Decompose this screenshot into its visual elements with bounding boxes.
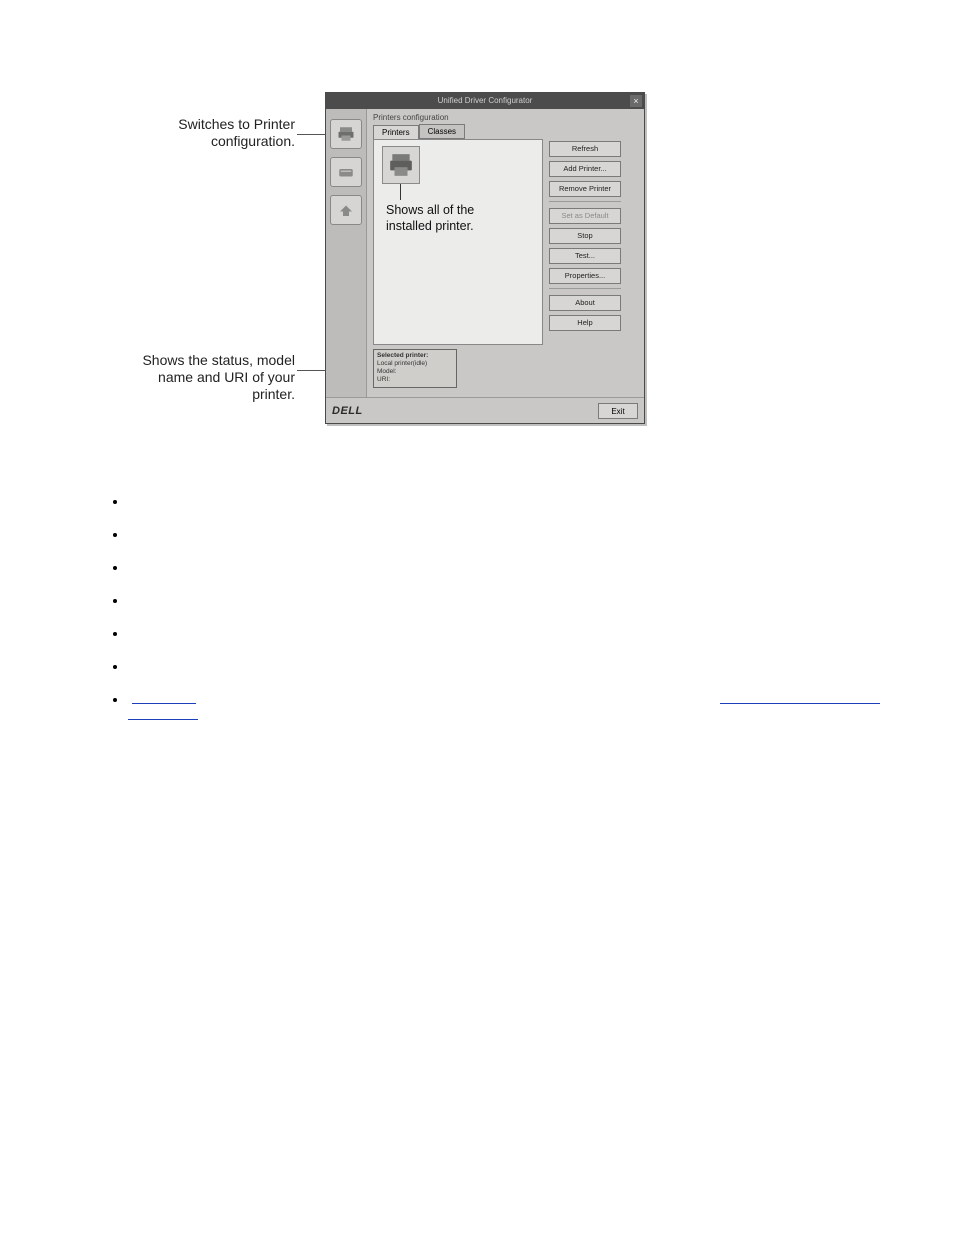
help-button[interactable]: Help bbox=[549, 315, 621, 331]
annotation-switch: Switches to Printer configuration. bbox=[135, 116, 295, 150]
info-header: Selected printer: bbox=[377, 352, 453, 360]
annotation-text: Shows the status, model bbox=[123, 352, 295, 369]
annotation-text: configuration. bbox=[135, 133, 295, 150]
callout-line: installed printer. bbox=[386, 218, 474, 234]
printer-list[interactable]: Shows all of the installed printer. bbox=[373, 139, 543, 345]
app-window: Unified Driver Configurator × Prin bbox=[325, 92, 645, 424]
bullet-item bbox=[128, 659, 888, 674]
selected-printer-info: Selected printer: Local printer(idle) Mo… bbox=[373, 349, 457, 388]
printer-icon bbox=[336, 125, 356, 143]
mode-scanners-icon[interactable] bbox=[330, 157, 362, 187]
titlebar: Unified Driver Configurator × bbox=[326, 93, 644, 109]
link-underline bbox=[720, 703, 880, 704]
bullet-item bbox=[128, 560, 888, 575]
test-button[interactable]: Test... bbox=[549, 248, 621, 264]
screenshot-composite: Switches to Printer configuration. Shows… bbox=[145, 92, 645, 432]
exit-button[interactable]: Exit bbox=[598, 403, 638, 419]
mode-sidebar bbox=[326, 109, 367, 397]
window-footer: DELL Exit bbox=[326, 397, 644, 424]
window-body: Printers configuration Printers Classes bbox=[326, 109, 644, 397]
divider bbox=[549, 288, 621, 289]
link-underline bbox=[128, 719, 198, 720]
pane-row: Shows all of the installed printer. Refr… bbox=[373, 139, 638, 345]
annotation-status: Shows the status, model name and URI of … bbox=[123, 352, 295, 403]
about-button[interactable]: About bbox=[549, 295, 621, 311]
info-line: Model: bbox=[377, 368, 453, 376]
set-default-button[interactable]: Set as Default bbox=[549, 208, 621, 224]
port-icon bbox=[336, 201, 356, 219]
refresh-button[interactable]: Refresh bbox=[549, 141, 621, 157]
callout-text: Shows all of the installed printer. bbox=[386, 202, 474, 234]
annotation-text: printer. bbox=[123, 386, 295, 403]
stop-button[interactable]: Stop bbox=[549, 228, 621, 244]
properties-button[interactable]: Properties... bbox=[549, 268, 621, 284]
remove-printer-button[interactable]: Remove Printer bbox=[549, 181, 621, 197]
link-underline bbox=[132, 703, 196, 704]
printer-item[interactable] bbox=[382, 146, 420, 184]
bullet-item bbox=[128, 692, 888, 707]
button-column: Refresh Add Printer... Remove Printer Se… bbox=[549, 139, 621, 345]
annotation-text: name and URI of your bbox=[123, 369, 295, 386]
bullet-item bbox=[128, 593, 888, 608]
info-line: URI: bbox=[377, 376, 453, 384]
section-label: Printers configuration bbox=[373, 113, 638, 122]
mode-printers-icon[interactable] bbox=[330, 119, 362, 149]
bullet-list bbox=[108, 494, 888, 725]
printer-icon bbox=[387, 152, 415, 178]
info-line: Local printer(idle) bbox=[377, 360, 453, 368]
main-pane: Printers configuration Printers Classes bbox=[367, 109, 644, 397]
add-printer-button[interactable]: Add Printer... bbox=[549, 161, 621, 177]
close-icon[interactable]: × bbox=[630, 95, 642, 107]
tab-classes[interactable]: Classes bbox=[419, 124, 465, 139]
tab-printers[interactable]: Printers bbox=[373, 125, 419, 140]
mode-ports-icon[interactable] bbox=[330, 195, 362, 225]
annotation-connector bbox=[297, 134, 325, 135]
bullet-item bbox=[128, 527, 888, 542]
callout-line: Shows all of the bbox=[386, 202, 474, 218]
bullet-item bbox=[128, 494, 888, 509]
tabs: Printers Classes bbox=[373, 124, 638, 139]
brand-logo: DELL bbox=[332, 405, 363, 417]
divider bbox=[549, 201, 621, 202]
bullet-item bbox=[128, 626, 888, 641]
window-title: Unified Driver Configurator bbox=[438, 96, 533, 105]
scanner-icon bbox=[336, 163, 356, 181]
annotation-text: Switches to Printer bbox=[135, 116, 295, 133]
callout-connector bbox=[400, 184, 401, 200]
